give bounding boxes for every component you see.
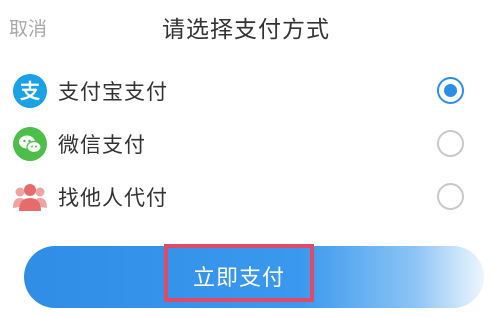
payment-option-label: 找他人代付 (58, 186, 168, 210)
radio-alipay[interactable] (437, 77, 464, 104)
friends-pay-icon (12, 179, 48, 215)
header: 取消 请选择支付方式 (0, 0, 492, 56)
payment-option-friend-pay[interactable]: 找他人代付 (0, 170, 492, 224)
page-title: 请选择支付方式 (162, 17, 330, 43)
payment-option-label: 支付宝支付 (58, 80, 168, 104)
pay-now-button[interactable]: 立即支付 (164, 244, 314, 302)
wechat-icon (12, 126, 48, 162)
payment-option-label: 微信支付 (58, 133, 146, 157)
payment-option-wechat[interactable]: 微信支付 (0, 117, 492, 171)
radio-wechat[interactable] (437, 130, 464, 157)
payment-option-alipay[interactable]: 支 支付宝支付 (0, 64, 492, 118)
svg-text:支: 支 (20, 79, 41, 103)
alipay-icon: 支 (12, 73, 48, 109)
radio-friend-pay[interactable] (437, 183, 464, 210)
pay-now-label: 立即支付 (192, 266, 285, 291)
